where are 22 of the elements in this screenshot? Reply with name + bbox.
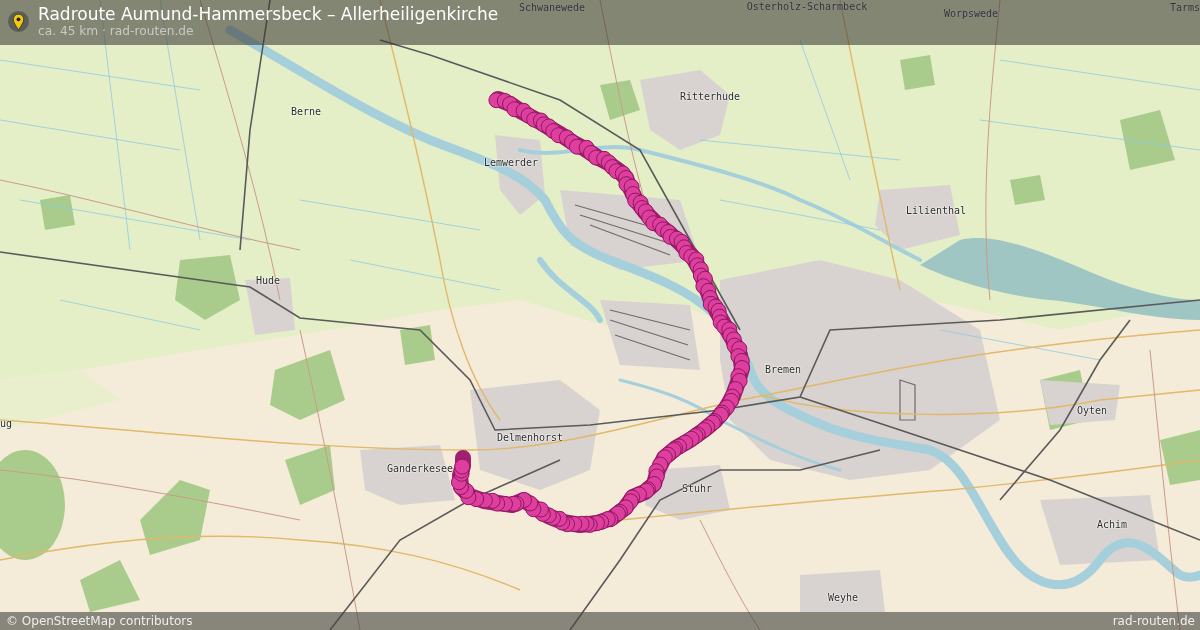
place-label: Bremen bbox=[764, 364, 802, 376]
place-label: Stuhr bbox=[681, 483, 713, 495]
route-title: Radroute Aumund-Hammersbeck – Allerheiligenkirche bbox=[38, 4, 499, 24]
place-label: Lemwerder bbox=[483, 157, 539, 169]
place-label: Berne bbox=[290, 106, 322, 118]
place-label: Osterholz-Scharmbeck bbox=[746, 1, 868, 13]
attribution-text: © OpenStreetMap contributors bbox=[6, 613, 193, 630]
place-label: Ritterhude bbox=[679, 91, 741, 103]
route-subtitle: ca. 45 km · rad-routen.de bbox=[38, 24, 195, 38]
place-label: Weyhe bbox=[827, 592, 859, 604]
place-label: ug bbox=[0, 418, 13, 430]
place-label: Lilienthal bbox=[905, 205, 967, 217]
site-name: rad-routen.de bbox=[1112, 613, 1195, 630]
place-label: Schwanewede bbox=[518, 2, 586, 14]
place-label: Hude bbox=[255, 275, 281, 287]
place-label: Achim bbox=[1096, 519, 1128, 531]
place-label: Oyten bbox=[1076, 405, 1108, 417]
place-label: Tarms bbox=[1170, 2, 1200, 14]
map-pin-icon bbox=[7, 10, 30, 33]
place-label: Ganderkesee bbox=[386, 463, 454, 475]
place-label: Worpswede bbox=[943, 8, 999, 20]
place-label: Delmenhorst bbox=[496, 432, 564, 444]
